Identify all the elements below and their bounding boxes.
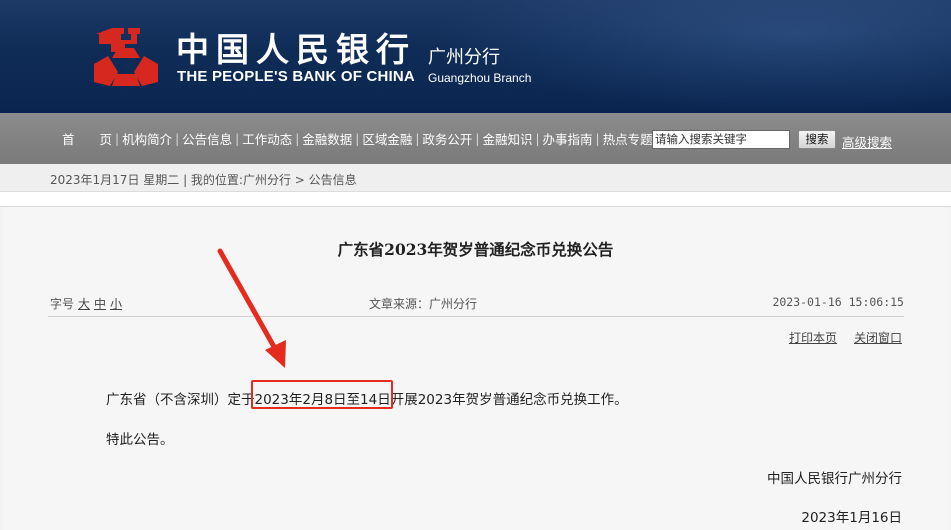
branch-name-cn: 广州分行 (428, 47, 500, 68)
font-size-medium-link[interactable]: 中 (94, 297, 106, 311)
header-glow (431, 0, 951, 113)
article-sign-date: 2023年1月16日 (801, 510, 902, 526)
paragraph-text-before: 广东省（不含深圳）定于 (106, 392, 255, 408)
nav-item-home[interactable]: 首 页 (60, 129, 114, 148)
nav-item-news[interactable]: 工作动态 (240, 129, 294, 148)
article-meta: 字号大中小 文章来源：广州分行 2023-01-16 15:06:15 (48, 289, 904, 317)
font-size-small-link[interactable]: 小 (110, 297, 122, 311)
article-date: 2023-01-16 15:06:15 (772, 295, 904, 309)
print-page-link[interactable]: 打印本页 (789, 329, 837, 346)
nav-item-government-affairs[interactable]: 政务公开 (420, 129, 474, 148)
nav-item-about[interactable]: 机构简介 (120, 129, 174, 148)
site-header: 中国人民银行 THE PEOPLE'S BANK OF CHINA 广州分行 G… (0, 0, 951, 113)
annotation-highlight-box (251, 380, 393, 409)
advanced-search-link[interactable]: 高级搜索 (842, 132, 892, 151)
nav-item-service-guide[interactable]: 办事指南 (541, 129, 595, 148)
font-size-label: 字号 (50, 297, 75, 311)
search-button[interactable]: 搜索 (798, 130, 836, 149)
breadcrumb: 2023年1月17日 星期二 | 我的位置:广州分行 > 公告信息 (50, 173, 357, 187)
article-title: 广东省2023年贺岁普通纪念币兑换公告 (337, 240, 614, 259)
bank-name-en: THE PEOPLE'S BANK OF CHINA (177, 68, 415, 85)
nav-item-announcements[interactable]: 公告信息 (180, 129, 234, 148)
branch-name-en: Guangzhou Branch (428, 71, 532, 85)
nav-item-financial-data[interactable]: 金融数据 (300, 129, 354, 148)
nav-item-financial-knowledge[interactable]: 金融知识 (480, 129, 534, 148)
font-size-large-link[interactable]: 大 (78, 297, 90, 311)
article-source: 文章来源：广州分行 (369, 297, 478, 311)
pboc-emblem-icon[interactable] (90, 26, 162, 92)
breadcrumb-bar: 2023年1月17日 星期二 | 我的位置:广州分行 > 公告信息 (0, 164, 951, 192)
nav-item-hot-topics[interactable]: 热点专题 (601, 129, 655, 148)
close-window-link[interactable]: 关闭窗口 (854, 329, 902, 346)
paragraph-text-after: 开展2023年贺岁普通纪念币兑换工作。 (390, 392, 628, 408)
font-size-controls: 字号大中小 (50, 295, 122, 312)
nav-items: 首 页 | 机构简介 | 公告信息 | 工作动态 | 金融数据 | 区域金融 |… (60, 113, 655, 164)
article-signer: 中国人民银行广州分行 (767, 471, 902, 487)
bank-name-cn: 中国人民银行 (176, 30, 416, 69)
article-paragraph-2: 特此公告。 (106, 432, 174, 448)
nav-item-regional-finance[interactable]: 区域金融 (360, 129, 414, 148)
search-input[interactable]: 请输入搜索关键字 (652, 130, 790, 149)
